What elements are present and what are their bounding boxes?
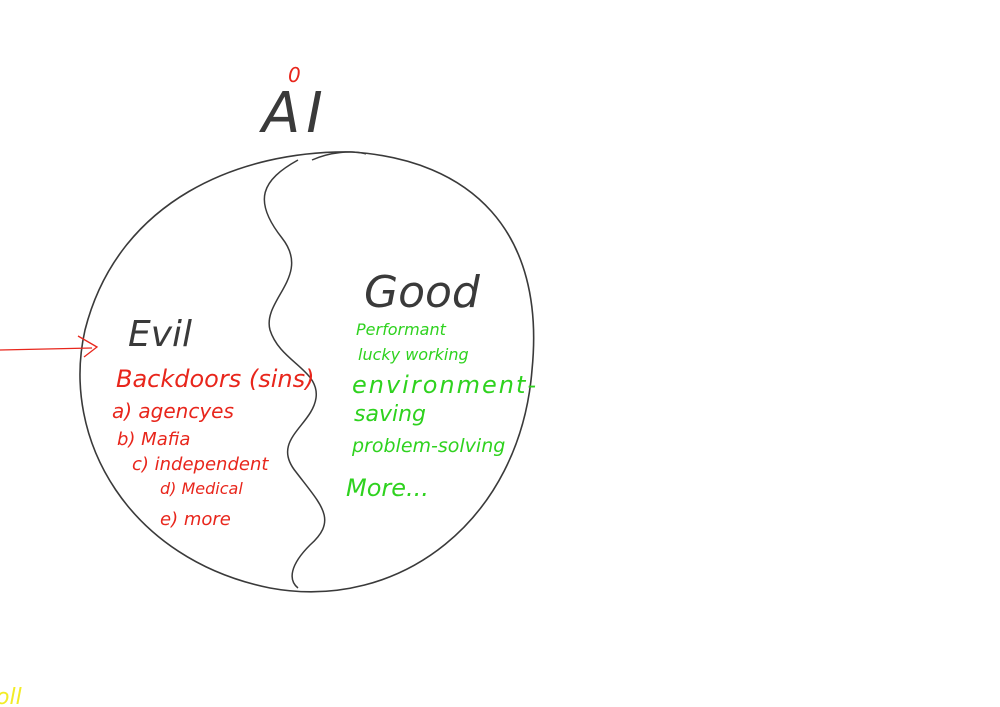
good-item-more: More...: [346, 474, 429, 502]
evil-item-d: d) Medical: [160, 479, 243, 498]
good-item-saving: saving: [354, 402, 426, 427]
arrow-shaft: [0, 347, 93, 351]
good-item-environment: environment-: [352, 371, 538, 399]
whiteboard-canvas: 0 AI Evil Backdoors (sins) a) agencyes b…: [0, 63, 538, 707]
evil-item-e: e) more: [160, 509, 231, 530]
bottom-note: oll: [0, 685, 22, 707]
evil-item-a: a) agencyes: [112, 399, 234, 423]
evil-subheading: Backdoors (sins): [116, 365, 314, 393]
title-ai: AI: [259, 81, 329, 146]
good-heading: Good: [364, 267, 481, 318]
evil-item-c: c) independent: [132, 454, 269, 475]
good-item-lucky-working: lucky working: [358, 345, 469, 364]
evil-heading: Evil: [128, 314, 192, 355]
good-item-problem-solving: problem-solving: [351, 435, 505, 457]
evil-item-b: b) Mafia: [117, 429, 190, 450]
good-item-performant: Performant: [356, 320, 447, 339]
